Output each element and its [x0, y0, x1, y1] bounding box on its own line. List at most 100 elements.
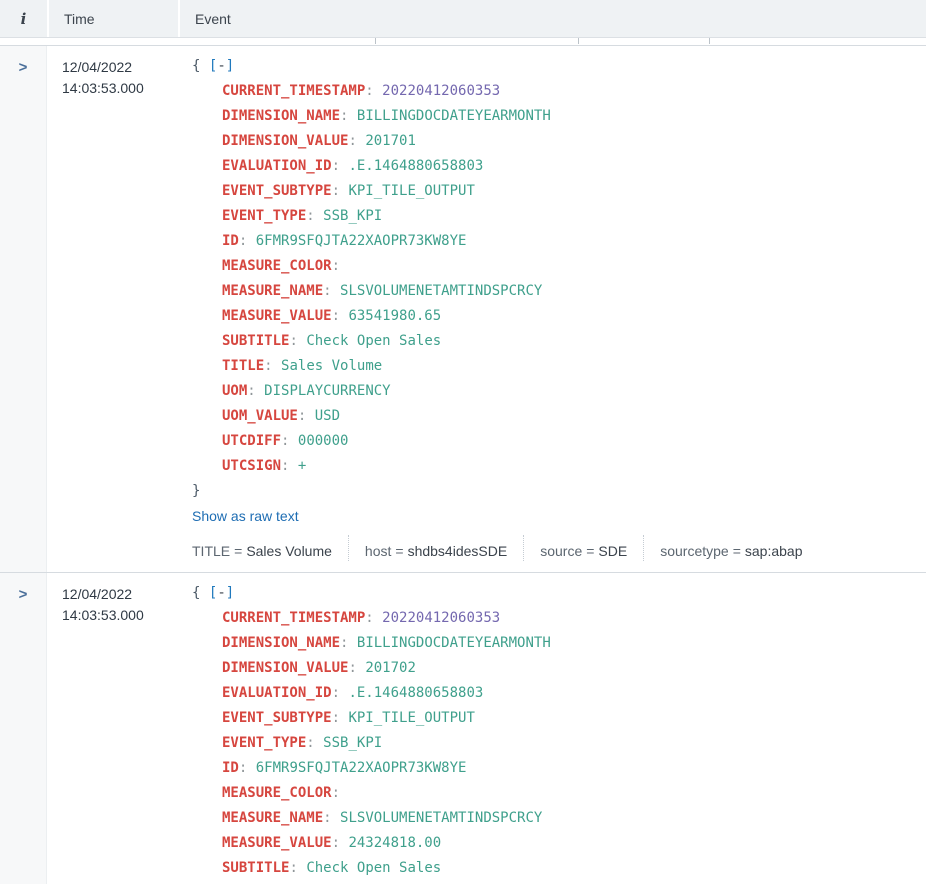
field-value[interactable]: 000000 — [298, 433, 349, 449]
field-value[interactable]: 6FMR9SFQJTA22XAOPR73KW8YE — [256, 233, 467, 249]
json-field-line: MEASURE_VALUE: 63541980.65 — [192, 304, 918, 329]
field-key: TITLE — [222, 358, 264, 374]
metadata-field-host[interactable]: host=shdbs4idesSDE — [348, 535, 523, 561]
field-value[interactable]: KPI_TILE_OUTPUT — [348, 183, 474, 199]
field-value[interactable]: DISPLAYCURRENCY — [264, 383, 390, 399]
field-value[interactable]: 201702 — [365, 660, 416, 676]
field-value[interactable]: 20220412060353 — [382, 83, 500, 99]
json-open-line: { [-] — [192, 581, 918, 606]
field-colon: : — [332, 183, 340, 199]
collapse-json-toggle[interactable]: [-] — [209, 585, 234, 601]
field-colon: : — [239, 233, 247, 249]
field-key: DIMENSION_VALUE — [222, 660, 348, 676]
field-key: EVENT_SUBTYPE — [222, 183, 332, 199]
field-key: SUBTITLE — [222, 333, 289, 349]
json-field-line: EVENT_TYPE: SSB_KPI — [192, 731, 918, 756]
json-field-line: ID: 6FMR9SFQJTA22XAOPR73KW8YE — [192, 229, 918, 254]
field-key: ID — [222, 760, 239, 776]
json-open-line: { [-] — [192, 54, 918, 79]
metadata-field-title[interactable]: TITLE=Sales Volume — [192, 535, 348, 561]
raw-link-line: Show as raw text — [192, 504, 918, 529]
field-value[interactable]: .E.1464880658803 — [348, 685, 483, 701]
field-colon: : — [348, 660, 356, 676]
field-value[interactable]: BILLINGDOCDATEYEARMONTH — [357, 108, 551, 124]
show-raw-text-link[interactable]: Show as raw text — [192, 504, 299, 529]
field-value[interactable]: Check Open Sales — [306, 860, 441, 876]
field-colon: : — [348, 133, 356, 149]
json-field-line: UOM: DISPLAYCURRENCY — [192, 379, 918, 404]
field-key: EVALUATION_ID — [222, 685, 332, 701]
field-value[interactable]: 63541980.65 — [348, 308, 441, 324]
metadata-key: TITLE — [192, 541, 230, 561]
metadata-equals: = — [230, 541, 246, 561]
field-key: MEASURE_COLOR — [222, 258, 332, 274]
collapse-json-toggle[interactable]: [-] — [209, 58, 234, 74]
event-time: 14:03:53.000 — [62, 78, 177, 99]
json-field-line: EVALUATION_ID: .E.1464880658803 — [192, 681, 918, 706]
event-content-cell: { [-]CURRENT_TIMESTAMP: 20220412060353 DI… — [177, 46, 926, 572]
field-key: EVENT_TYPE — [222, 735, 306, 751]
expand-event-icon[interactable]: > — [19, 582, 28, 607]
field-value[interactable]: + — [298, 458, 306, 474]
field-colon: : — [340, 635, 348, 651]
event-metadata-row: TITLE=Sales Volumehost=shdbs4idesSDEsour… — [192, 535, 918, 561]
field-value[interactable]: SLSVOLUMENETAMTINDSPCRCY — [340, 283, 542, 299]
json-field-line: MEASURE_NAME: SLSVOLUMENETAMTINDSPCRCY — [192, 806, 918, 831]
field-key: EVALUATION_ID — [222, 158, 332, 174]
field-colon: : — [281, 458, 289, 474]
metadata-key: host — [365, 541, 391, 561]
field-value[interactable]: Check Open Sales — [306, 333, 441, 349]
metadata-value: sap:abap — [745, 541, 803, 561]
expand-cell: > — [0, 46, 47, 572]
field-colon: : — [289, 860, 297, 876]
column-header-event: Event — [178, 0, 926, 37]
field-colon: : — [365, 83, 373, 99]
field-colon: : — [289, 333, 297, 349]
json-field-line: CURRENT_TIMESTAMP: 20220412060353 — [192, 79, 918, 104]
metadata-field-source[interactable]: source=SDE — [523, 535, 643, 561]
metadata-key: source — [540, 541, 582, 561]
field-key: DIMENSION_NAME — [222, 635, 340, 651]
field-value[interactable]: 201701 — [365, 133, 416, 149]
previous-row-remnant — [0, 38, 926, 46]
json-field-line: MEASURE_VALUE: 24324818.00 — [192, 831, 918, 856]
field-value[interactable]: KPI_TILE_OUTPUT — [348, 710, 474, 726]
field-colon: : — [332, 158, 340, 174]
expand-event-icon[interactable]: > — [19, 55, 28, 80]
json-field-line: CURRENT_TIMESTAMP: 20220412060353 — [192, 606, 918, 631]
field-value[interactable]: SSB_KPI — [323, 735, 382, 751]
toggle-close-bracket: ] — [226, 585, 234, 601]
field-colon: : — [332, 785, 340, 801]
field-colon: : — [340, 108, 348, 124]
field-key: UOM — [222, 383, 247, 399]
field-colon: : — [332, 308, 340, 324]
metadata-value: shdbs4idesSDE — [408, 541, 508, 561]
field-value[interactable]: 6FMR9SFQJTA22XAOPR73KW8YE — [256, 760, 467, 776]
field-key: EVENT_SUBTYPE — [222, 710, 332, 726]
field-value[interactable]: SLSVOLUMENETAMTINDSPCRCY — [340, 810, 542, 826]
field-colon: : — [332, 685, 340, 701]
field-value[interactable]: USD — [315, 408, 340, 424]
event-row: >12/04/202214:03:53.000{ [-]CURRENT_TIME… — [0, 572, 926, 884]
field-colon: : — [247, 383, 255, 399]
field-value[interactable]: SSB_KPI — [323, 208, 382, 224]
field-value[interactable]: 20220412060353 — [382, 610, 500, 626]
field-value[interactable]: BILLINGDOCDATEYEARMONTH — [357, 635, 551, 651]
field-colon: : — [332, 258, 340, 274]
json-field-line: ID: 6FMR9SFQJTA22XAOPR73KW8YE — [192, 756, 918, 781]
toggle-close-bracket: ] — [226, 58, 234, 74]
field-key: DIMENSION_VALUE — [222, 133, 348, 149]
json-field-line: DIMENSION_NAME: BILLINGDOCDATEYEARMONTH — [192, 631, 918, 656]
field-value[interactable]: .E.1464880658803 — [348, 158, 483, 174]
field-key: MEASURE_COLOR — [222, 785, 332, 801]
field-colon: : — [332, 710, 340, 726]
field-value[interactable]: 24324818.00 — [348, 835, 441, 851]
field-value[interactable]: Sales Volume — [281, 358, 382, 374]
event-content-cell: { [-]CURRENT_TIMESTAMP: 20220412060353DI… — [177, 573, 926, 884]
field-key: MEASURE_VALUE — [222, 308, 332, 324]
json-field-line: DIMENSION_VALUE: 201702 — [192, 656, 918, 681]
metadata-field-sourcetype[interactable]: sourcetype=sap:abap — [643, 535, 818, 561]
column-header-info: i — [0, 0, 47, 37]
metadata-value: Sales Volume — [246, 541, 332, 561]
field-colon: : — [264, 358, 272, 374]
